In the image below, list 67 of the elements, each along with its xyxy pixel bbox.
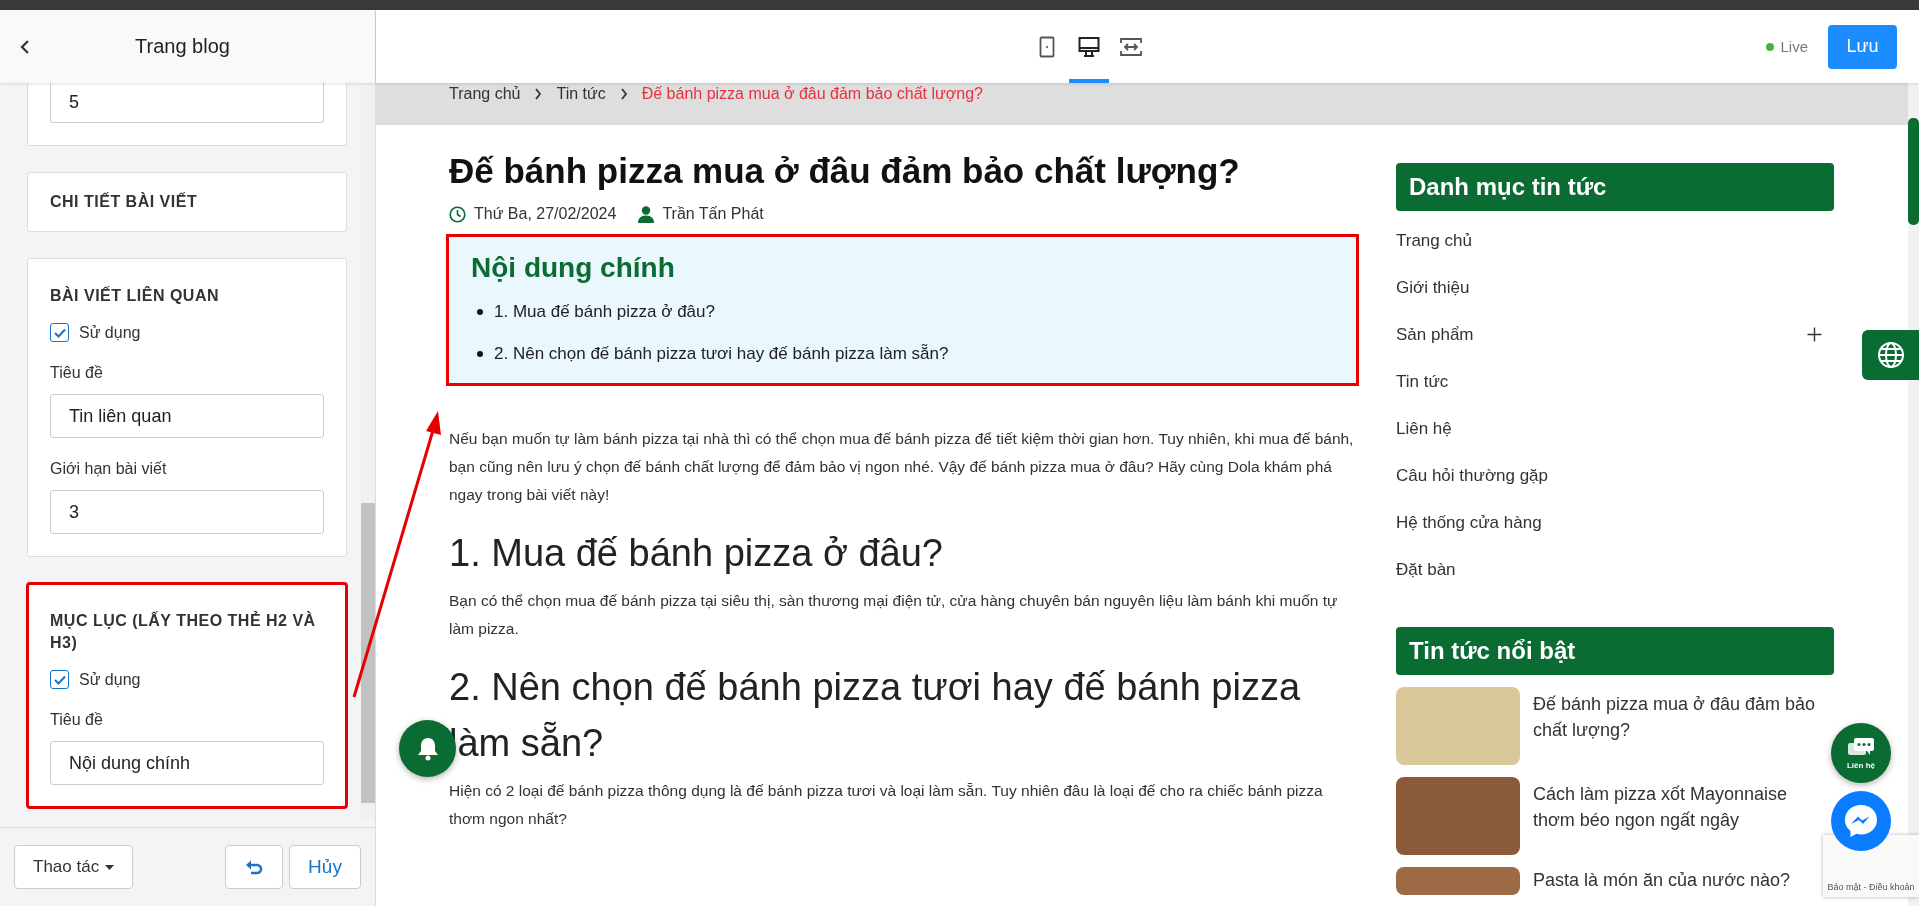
checkmark-icon — [53, 327, 66, 338]
user-icon — [638, 205, 655, 223]
messenger-button[interactable] — [1831, 791, 1891, 851]
checkbox-label: Sử dụng — [79, 323, 141, 342]
section-title: CHI TIẾT BÀI VIẾT — [50, 191, 199, 212]
undo-button[interactable] — [225, 845, 283, 889]
featured-header: Tin tức nổi bật — [1396, 627, 1834, 675]
paragraph: Bạn có thể chọn mua đế bánh pizza tại siêu thị, sàn thương mại điện tử, cửa hàng chuyên bán nguyên liệu làm bánh khi muốn tự làm pizza. — [449, 591, 1339, 639]
language-button[interactable] — [1862, 330, 1919, 380]
input-field[interactable]: Nội dung chính — [50, 741, 324, 785]
checkmark-icon — [53, 674, 66, 685]
toc-link[interactable]: 1. Mua đế bánh pizza ở đâu? — [494, 299, 715, 325]
paragraph: Hiện có 2 loại đế bánh pizza thông dụng là đế bánh pizza tươi và loại làm sẵn. Tuy nhiên đâu là loại đế cho ra chiếc bánh pizza thơm ngon nhất? — [449, 781, 1324, 829]
caret-icon — [105, 864, 115, 870]
category-link[interactable]: Trang chủ — [1396, 230, 1472, 251]
panel-title: Trang blog — [134, 35, 231, 58]
category-header: Danh mục tin tức — [1396, 163, 1834, 211]
recaptcha-terms[interactable]: Bảo mật - Điều khoản — [1827, 882, 1915, 892]
post-author: Trần Tấn Phát — [662, 205, 764, 223]
article-title: Đế bánh pizza mua ở đâu đảm bảo chất lượng? — [449, 150, 1241, 192]
live-status: Live — [1766, 38, 1808, 55]
featured-post-link[interactable]: Pasta là món ăn của nước nào? — [1533, 867, 1790, 895]
desktop-icon — [1078, 35, 1100, 58]
contact-button[interactable]: Liên hệ — [1831, 723, 1891, 783]
category-link[interactable]: Giới thiệu — [1396, 277, 1470, 298]
featured-post-link[interactable]: Đế bánh pizza mua ở đâu đảm bảo chất lượng? — [1533, 687, 1815, 765]
checkbox-label: Sử dụng — [79, 670, 141, 689]
input-field[interactable]: 3 — [50, 490, 324, 534]
actions-dropdown[interactable]: Thao tác — [14, 845, 134, 889]
section-heading: 1. Mua đế bánh pizza ở đâu? — [449, 531, 944, 576]
intro-paragraph: Nếu bạn muốn tự làm bánh pizza tại nhà thì có thể chọn mua đế bánh pizza để tiết kiệm thời gian hơn. Tuy nhiên, khi mua đế bánh, bạn cũng nên lưu ý chọn đế bánh chất lượng để đảm bảo vị ngon nhé. Vậy đế bánh pizza mua ở đâu? Hãy cùng Dola khám phá ngay trong bài viết này! — [449, 429, 1355, 505]
bell-icon — [416, 736, 439, 761]
plus-icon[interactable] — [1807, 327, 1822, 342]
category-link[interactable]: Đặt bàn — [1396, 559, 1456, 580]
section-title: BÀI VIẾT LIÊN QUAN — [50, 285, 220, 306]
section-title: MỤC LỤC (LẤY THEO THẺ H2 VÀ H3) — [50, 610, 317, 653]
scrollbar[interactable] — [361, 83, 375, 819]
checkbox[interactable] — [50, 670, 69, 689]
clock-icon — [449, 205, 466, 223]
featured-post-link[interactable]: Cách làm pizza xốt Mayonnaise thơm béo ngon ngất ngây — [1533, 777, 1815, 855]
category-link[interactable]: Hệ thống cửa hàng — [1396, 512, 1542, 533]
bullet-icon — [477, 351, 483, 357]
input-field[interactable]: 5 — [50, 83, 324, 123]
cancel-button[interactable]: Hủy — [289, 845, 361, 889]
field-label: Tiêu đề — [50, 364, 104, 382]
category-link[interactable]: Tin tức — [1396, 371, 1449, 392]
field-label: Tiêu đề — [50, 711, 104, 729]
category-link[interactable]: Câu hỏi thường gặp — [1396, 465, 1549, 486]
field-label: Giới hạn bài viết — [50, 460, 168, 478]
toc-link[interactable]: 2. Nên chọn đế bánh pizza tươi hay đế bánh pizza làm sẵn? — [494, 341, 949, 367]
category-link[interactable]: Sản phẩm — [1396, 324, 1474, 345]
breadcrumb-link[interactable]: Tin tức — [556, 83, 606, 105]
post-date: Thứ Ba, 27/02/2024 — [474, 205, 617, 223]
tablet-icon — [1039, 35, 1055, 58]
bullet-icon — [477, 309, 483, 315]
category-link[interactable]: Liên hệ — [1396, 418, 1452, 439]
chevron-left-icon — [20, 38, 30, 55]
expand-icon — [1119, 36, 1143, 57]
chevron-right-icon — [619, 88, 628, 100]
toc-title: Nội dung chính — [471, 251, 676, 285]
chevron-right-icon — [534, 88, 543, 100]
input-field[interactable]: Tin liên quan — [50, 394, 324, 438]
checkbox[interactable] — [50, 323, 69, 342]
globe-icon — [1876, 341, 1905, 369]
breadcrumb-link[interactable]: Trang chủ — [449, 83, 521, 105]
undo-icon — [245, 859, 263, 875]
settings-card[interactable]: CHI TIẾT BÀI VIẾT — [27, 172, 347, 232]
